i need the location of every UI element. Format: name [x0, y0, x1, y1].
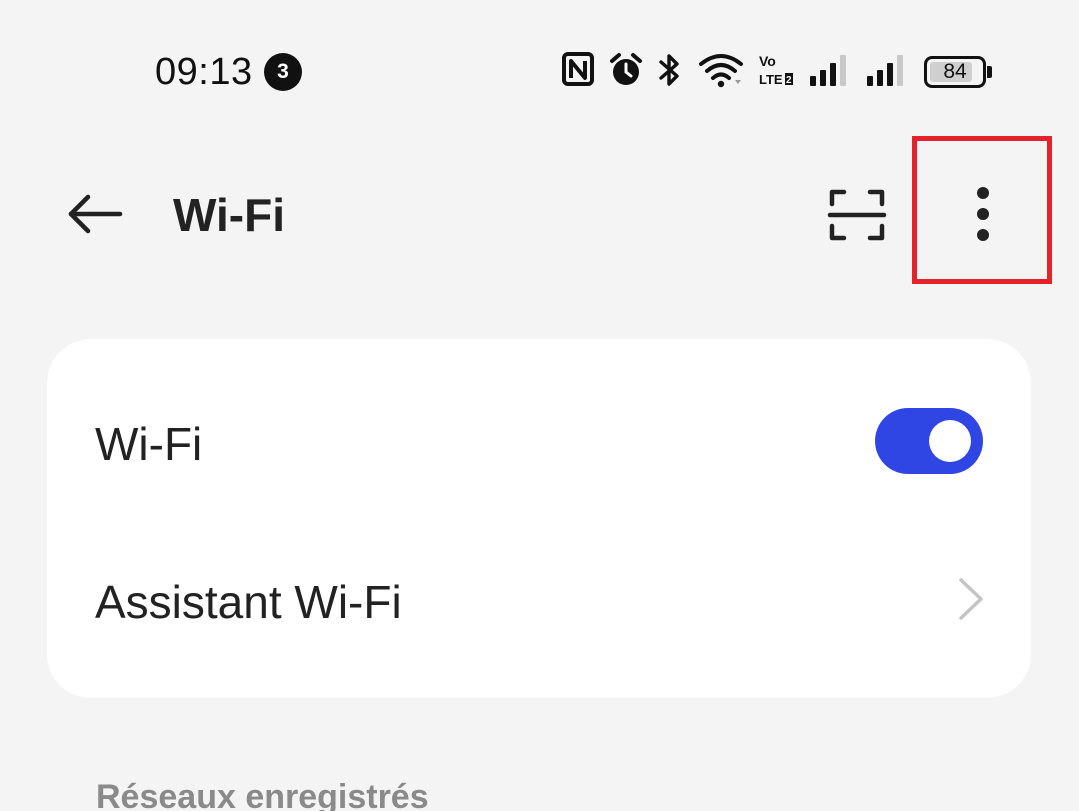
status-bar: 09:13 3 Vo LTE 2 84 [0, 40, 1079, 104]
chevron-right-icon [959, 578, 983, 620]
battery-tip [987, 66, 992, 78]
more-options-button[interactable] [945, 175, 1021, 255]
bluetooth-icon [659, 54, 679, 86]
wifi-assistant-label: Assistant Wi-Fi [95, 576, 402, 628]
toggle-knob [929, 420, 971, 462]
battery-level-text: 84 [943, 60, 967, 83]
back-button[interactable] [58, 182, 130, 246]
page-title: Wi-Fi [173, 189, 285, 241]
cell-signal-icon [810, 55, 846, 86]
more-vertical-icon [977, 187, 989, 241]
cell-signal-icon [867, 55, 903, 86]
wifi-toggle-label: Wi-Fi [95, 418, 203, 470]
svg-text:2: 2 [786, 75, 792, 86]
qr-scan-icon [827, 189, 887, 241]
svg-text:LTE: LTE [759, 72, 783, 87]
qr-scan-button[interactable] [822, 180, 892, 250]
volte-icon: Vo LTE 2 [759, 53, 793, 87]
wifi-signal-icon [699, 54, 743, 88]
wifi-settings-screen: 09:13 3 Vo LTE 2 84 Wi-Fi Wi-Fi Assistan… [0, 0, 1079, 811]
wifi-settings-card: Wi-Fi Assistant Wi-Fi [47, 339, 1031, 698]
battery-indicator: 84 [924, 56, 986, 88]
nfc-icon [562, 52, 594, 86]
wifi-toggle-row[interactable]: Wi-Fi [47, 361, 1031, 521]
saved-networks-header: Réseaux enregistrés [96, 778, 429, 811]
status-time: 09:13 [155, 51, 253, 93]
wifi-toggle-switch[interactable] [875, 408, 983, 474]
arrow-left-icon [68, 194, 123, 234]
alarm-icon [610, 53, 642, 85]
notification-count-badge: 3 [264, 53, 302, 91]
wifi-assistant-row[interactable]: Assistant Wi-Fi [47, 519, 1031, 679]
svg-text:Vo: Vo [759, 53, 776, 69]
